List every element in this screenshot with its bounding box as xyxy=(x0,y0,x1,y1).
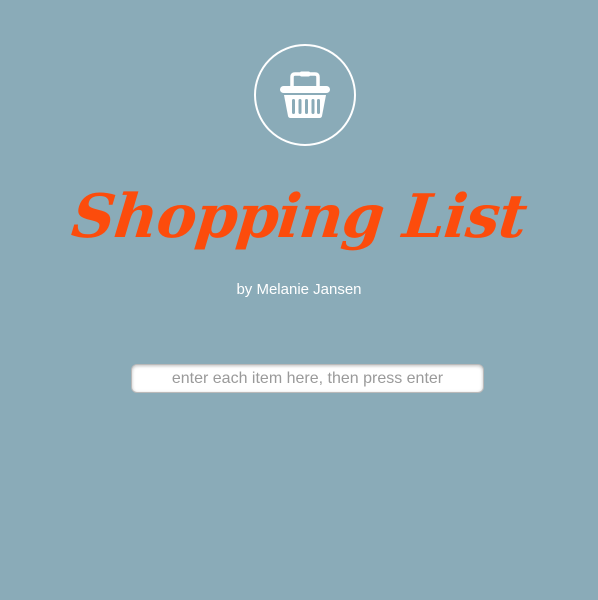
logo-badge xyxy=(254,44,356,146)
item-entry-input[interactable] xyxy=(131,364,484,393)
page-title: Shopping List xyxy=(68,182,530,252)
shopping-basket-icon xyxy=(280,71,330,118)
author-byline: by Melanie Jansen xyxy=(236,281,362,298)
